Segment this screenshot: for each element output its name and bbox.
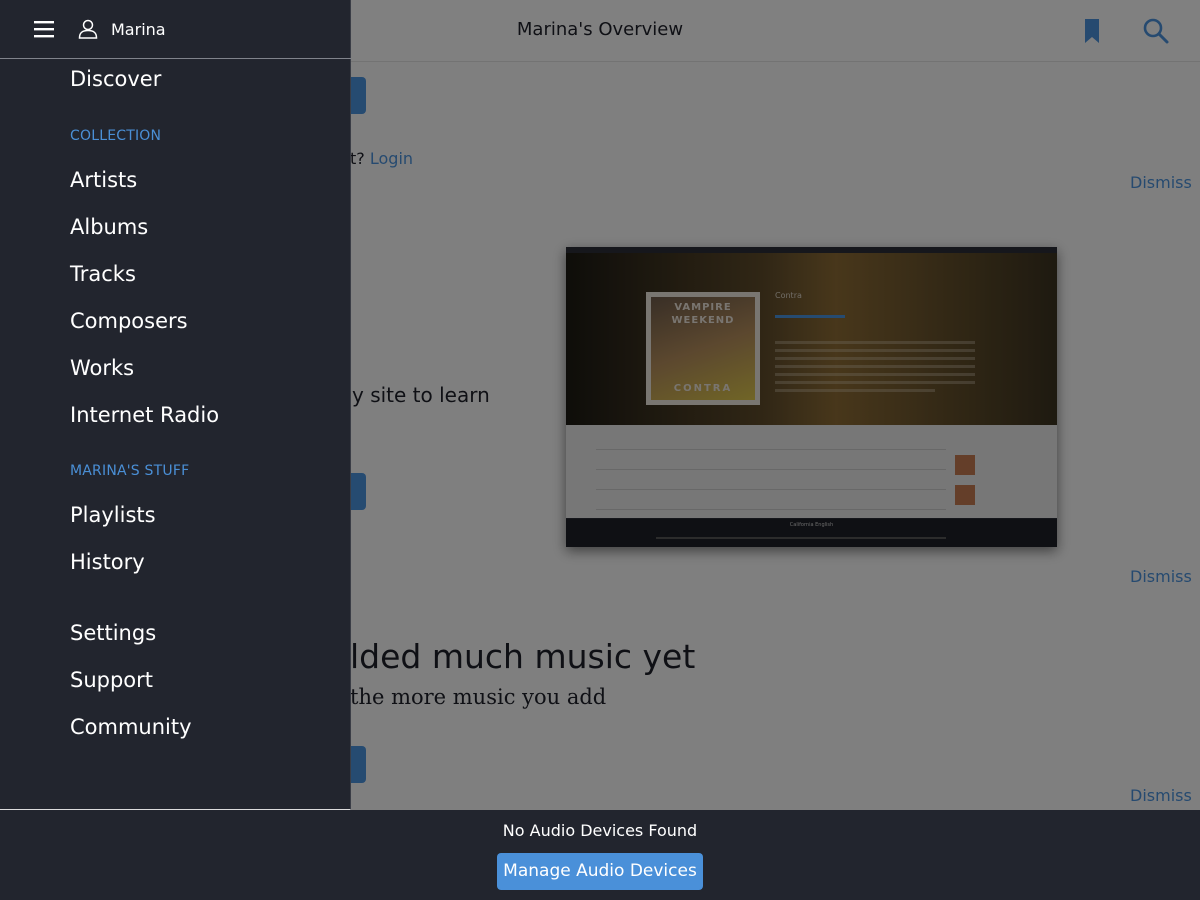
sidebar-item-internet-radio[interactable]: Internet Radio bbox=[70, 403, 219, 427]
sidebar-item-community[interactable]: Community bbox=[70, 715, 192, 739]
section-header-marinas-stuff: MARINA'S STUFF bbox=[70, 463, 190, 479]
sidebar-item-tracks[interactable]: Tracks bbox=[70, 262, 136, 286]
sidebar-item-history[interactable]: History bbox=[70, 550, 145, 574]
audio-device-bar: No Audio Devices Found Manage Audio Devi… bbox=[0, 810, 1200, 900]
sidebar-item-works[interactable]: Works bbox=[70, 356, 134, 380]
sidebar-item-playlists[interactable]: Playlists bbox=[70, 503, 156, 527]
sidebar-item-support[interactable]: Support bbox=[70, 668, 153, 692]
sidebar-item-discover[interactable]: Discover bbox=[70, 67, 161, 91]
user-name[interactable]: Marina bbox=[111, 20, 166, 39]
section-header-collection: COLLECTION bbox=[70, 128, 162, 144]
audio-status-text: No Audio Devices Found bbox=[502, 821, 698, 840]
sidebar-item-albums[interactable]: Albums bbox=[70, 215, 148, 239]
sidebar: Marina Discover COLLECTION Artists Album… bbox=[0, 0, 351, 810]
sidebar-item-composers[interactable]: Composers bbox=[70, 309, 188, 333]
hamburger-icon[interactable] bbox=[34, 20, 54, 38]
sidebar-item-artists[interactable]: Artists bbox=[70, 168, 137, 192]
sidebar-item-settings[interactable]: Settings bbox=[70, 621, 156, 645]
sidebar-header: Marina bbox=[0, 0, 351, 59]
manage-audio-devices-button[interactable]: Manage Audio Devices bbox=[497, 853, 703, 890]
user-icon[interactable] bbox=[78, 19, 98, 39]
